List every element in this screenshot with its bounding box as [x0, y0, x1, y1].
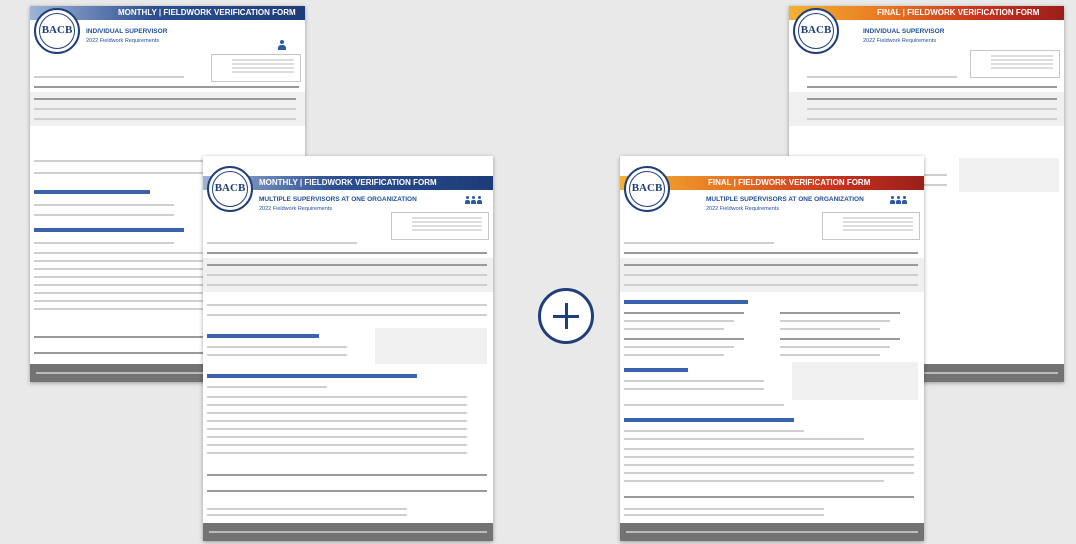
note-box — [970, 50, 1060, 78]
group-icon — [890, 196, 907, 206]
document-title: MONTHLY | FIELDWORK VERIFICATION FORM — [118, 8, 296, 17]
document-title: FINAL | FIELDWORK VERIFICATION FORM — [877, 8, 1040, 17]
plus-icon — [538, 288, 594, 344]
document-subtitle: INDIVIDUAL SUPERVISOR — [863, 28, 945, 35]
bacb-logo: BACB — [793, 8, 839, 54]
page-footer — [203, 523, 493, 541]
note-box — [211, 54, 301, 82]
requirements-label: 2022 Fieldwork Requirements — [259, 206, 333, 212]
bacb-logo: BACB — [34, 8, 80, 54]
requirements-label: 2022 Fieldwork Requirements — [706, 206, 780, 212]
group-icon — [465, 196, 482, 206]
requirements-label: 2022 Fieldwork Requirements — [86, 38, 160, 44]
document-final-multiple: FINAL | FIELDWORK VERIFICATION FORM BACB… — [620, 156, 924, 541]
single-person-icon — [278, 40, 286, 50]
note-box — [822, 212, 920, 240]
document-title: FINAL | FIELDWORK VERIFICATION FORM — [708, 178, 871, 187]
document-subtitle: MULTIPLE SUPERVISORS AT ONE ORGANIZATION — [706, 196, 864, 203]
requirements-label: 2022 Fieldwork Requirements — [863, 38, 937, 44]
page-footer — [620, 523, 924, 541]
document-subtitle: INDIVIDUAL SUPERVISOR — [86, 28, 168, 35]
note-box — [391, 212, 489, 240]
document-monthly-multiple: MONTHLY | FIELDWORK VERIFICATION FORM BA… — [203, 156, 493, 541]
document-title: MONTHLY | FIELDWORK VERIFICATION FORM — [259, 178, 437, 187]
document-subtitle: MULTIPLE SUPERVISORS AT ONE ORGANIZATION — [259, 196, 417, 203]
bacb-logo: BACB — [207, 166, 253, 212]
bacb-logo: BACB — [624, 166, 670, 212]
